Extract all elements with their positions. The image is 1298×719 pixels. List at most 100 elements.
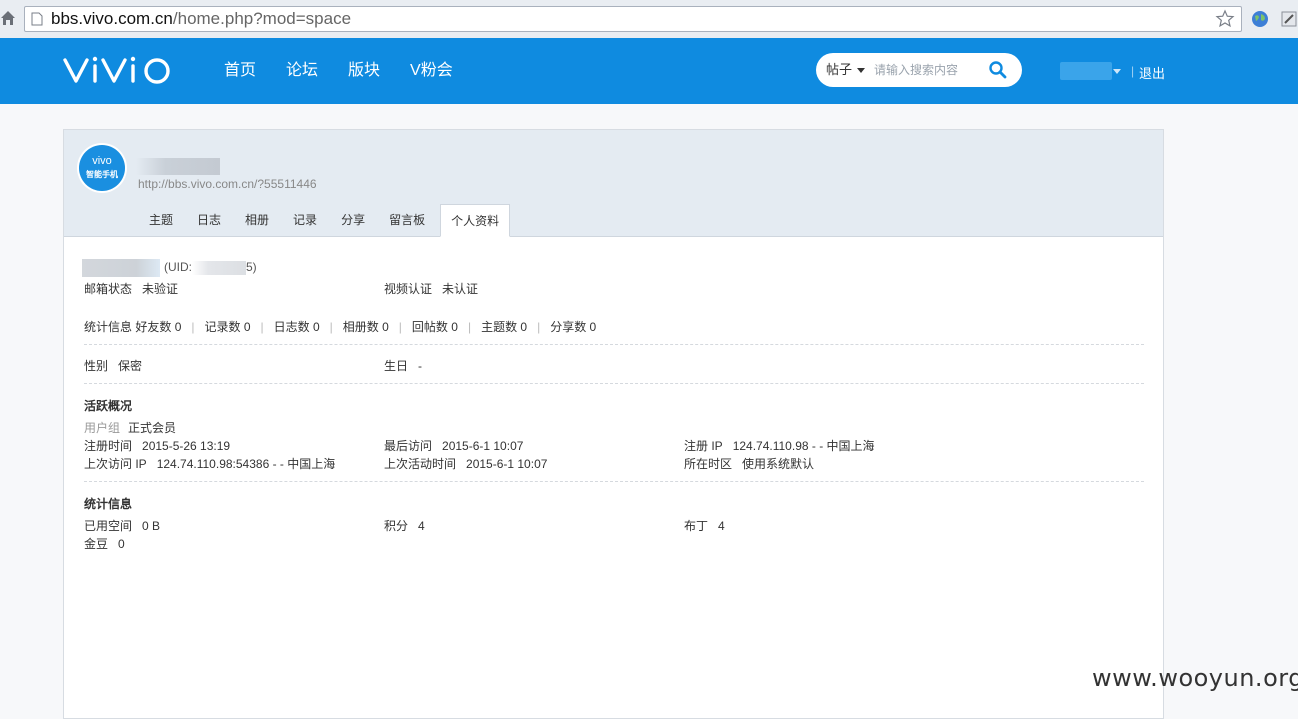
stat-replies[interactable]: 回帖数 0 <box>412 320 458 334</box>
gender-label: 性别 <box>84 359 109 373</box>
birthday-label: 生日 <box>384 359 409 373</box>
video-status: 视频认证 未认证 <box>384 281 478 297</box>
birthday-row: 生日 - <box>384 358 422 374</box>
stat-shares[interactable]: 分享数 0 <box>550 320 596 334</box>
prev-ip-row: 上次访问 IP 124.74.110.98:54386 - - 中国上海 <box>84 456 335 472</box>
buding-value: 4 <box>718 519 725 533</box>
stat-topics[interactable]: 主题数 0 <box>481 320 527 334</box>
section-divider <box>84 481 1144 482</box>
divider: | <box>329 320 333 334</box>
birthday-value: - <box>418 359 423 373</box>
nav-forum[interactable]: 论坛 <box>286 60 318 82</box>
site-header: 首页 论坛 版块 V粉会 帖子 | 退出 <box>0 38 1298 104</box>
chevron-down-icon <box>857 68 866 74</box>
watermark: www.wooyun.org <box>1092 664 1298 692</box>
divider: | <box>191 320 195 334</box>
stat-blogs[interactable]: 日志数 0 <box>274 320 320 334</box>
stats-label: 统计信息 <box>84 320 133 334</box>
reg-time-label: 注册时间 <box>84 439 133 453</box>
user-menu-chevron-icon[interactable] <box>1113 69 1121 74</box>
divider: | <box>398 320 402 334</box>
stat-albums[interactable]: 相册数 0 <box>343 320 389 334</box>
email-value: 未验证 <box>142 282 179 296</box>
bookmark-star-icon[interactable] <box>1215 9 1235 29</box>
uid-suffix: 5) <box>246 260 257 275</box>
section-divider <box>84 383 1144 384</box>
tab-guestbook[interactable]: 留言板 <box>380 204 434 236</box>
usergroup-label: 用户组 <box>84 421 121 435</box>
url-text: bbs.vivo.com.cn/home.php?mod=space <box>51 9 351 29</box>
address-bar[interactable]: bbs.vivo.com.cn/home.php?mod=space <box>24 6 1242 32</box>
uid-redacted <box>192 261 246 275</box>
gender-row: 性别 保密 <box>84 358 142 374</box>
space-url[interactable]: http://bbs.vivo.com.cn/?55511446 <box>138 177 317 191</box>
search-input[interactable] <box>874 60 978 80</box>
stats-row: 统计信息 好友数 0 | 记录数 0 | 日志数 0 | 相册数 0 | 回帖数 0 | 主题数 0… <box>84 319 596 335</box>
tab-records[interactable]: 记录 <box>284 204 326 236</box>
points-row: 积分 4 <box>384 518 425 534</box>
beans-row: 金豆 0 <box>84 536 125 552</box>
reg-ip-value: 124.74.110.98 - - 中国上海 <box>732 439 875 453</box>
username-redacted[interactable] <box>1060 62 1112 80</box>
avatar-caption: 智能手机 <box>86 169 118 179</box>
timezone-row: 所在时区 使用系统默认 <box>684 456 814 472</box>
last-visit-label: 最后访问 <box>384 439 433 453</box>
space-label: 已用空间 <box>84 519 133 533</box>
avatar-brand: vivo <box>92 155 112 167</box>
globe-icon[interactable] <box>1250 9 1270 29</box>
avatar[interactable]: vivo 智能手机 <box>76 142 128 194</box>
search-type-select[interactable]: 帖子 <box>826 61 866 79</box>
timezone-value: 使用系统默认 <box>742 457 815 471</box>
stat-friends[interactable]: 好友数 0 <box>135 320 181 334</box>
video-label: 视频认证 <box>384 282 433 296</box>
reg-ip-label: 注册 IP <box>684 439 723 453</box>
tab-topics[interactable]: 主题 <box>140 204 182 236</box>
tab-profile[interactable]: 个人资料 <box>440 204 511 237</box>
beans-value: 0 <box>118 537 125 551</box>
tab-share[interactable]: 分享 <box>332 204 374 236</box>
usergroup-row: 用户组 正式会员 <box>84 420 176 436</box>
stat-records[interactable]: 记录数 0 <box>205 320 251 334</box>
reg-time-row: 注册时间 2015-5-26 13:19 <box>84 438 230 454</box>
buding-row: 布丁 4 <box>684 518 725 534</box>
tab-blog[interactable]: 日志 <box>188 204 230 236</box>
prev-active-row: 上次活动时间 2015-6-1 10:07 <box>384 456 547 472</box>
usergroup-value[interactable]: 正式会员 <box>128 421 176 435</box>
username-redacted <box>136 158 220 175</box>
logout-link[interactable]: 退出 <box>1139 63 1165 82</box>
nav-boards[interactable]: 版块 <box>348 60 380 82</box>
url-path: /home.php?mod=space <box>172 9 352 28</box>
section-divider <box>84 344 1144 345</box>
uid-prefix: (UID: <box>164 260 192 275</box>
activity-title: 活跃概况 <box>84 399 133 413</box>
last-visit-value: 2015-6-1 10:07 <box>442 439 524 453</box>
tab-album[interactable]: 相册 <box>236 204 278 236</box>
timezone-label: 所在时区 <box>684 457 733 471</box>
points-value: 4 <box>418 519 425 533</box>
email-label: 邮箱状态 <box>84 282 133 296</box>
space-row: 已用空间 0 B <box>84 518 160 534</box>
prev-active-label: 上次活动时间 <box>384 457 457 471</box>
page-icon <box>31 12 43 26</box>
statistics-title: 统计信息 <box>84 497 133 511</box>
header-divider: | <box>1131 64 1135 78</box>
divider: | <box>537 320 541 334</box>
search-icon[interactable] <box>988 60 1008 80</box>
home-icon[interactable] <box>0 8 16 28</box>
reg-ip-row: 注册 IP 124.74.110.98 - - 中国上海 <box>684 438 875 454</box>
points-label: 积分 <box>384 519 409 533</box>
tools-icon[interactable] <box>1280 9 1298 29</box>
last-visit-row: 最后访问 2015-6-1 10:07 <box>384 438 523 454</box>
buding-label: 布丁 <box>684 519 709 533</box>
prev-ip-label: 上次访问 IP <box>84 457 147 471</box>
nav-home[interactable]: 首页 <box>224 60 256 82</box>
search-type-label: 帖子 <box>826 62 853 77</box>
profile-card: vivo 智能手机 http://bbs.vivo.com.cn/?555114… <box>63 129 1164 719</box>
video-value: 未认证 <box>442 282 479 296</box>
gender-value: 保密 <box>118 359 143 373</box>
url-host: bbs.vivo.com.cn <box>51 9 173 28</box>
vivo-logo[interactable] <box>62 52 176 88</box>
nav-vfans[interactable]: V粉会 <box>410 60 453 82</box>
search-box: 帖子 <box>816 53 1022 87</box>
divider: | <box>260 320 264 334</box>
